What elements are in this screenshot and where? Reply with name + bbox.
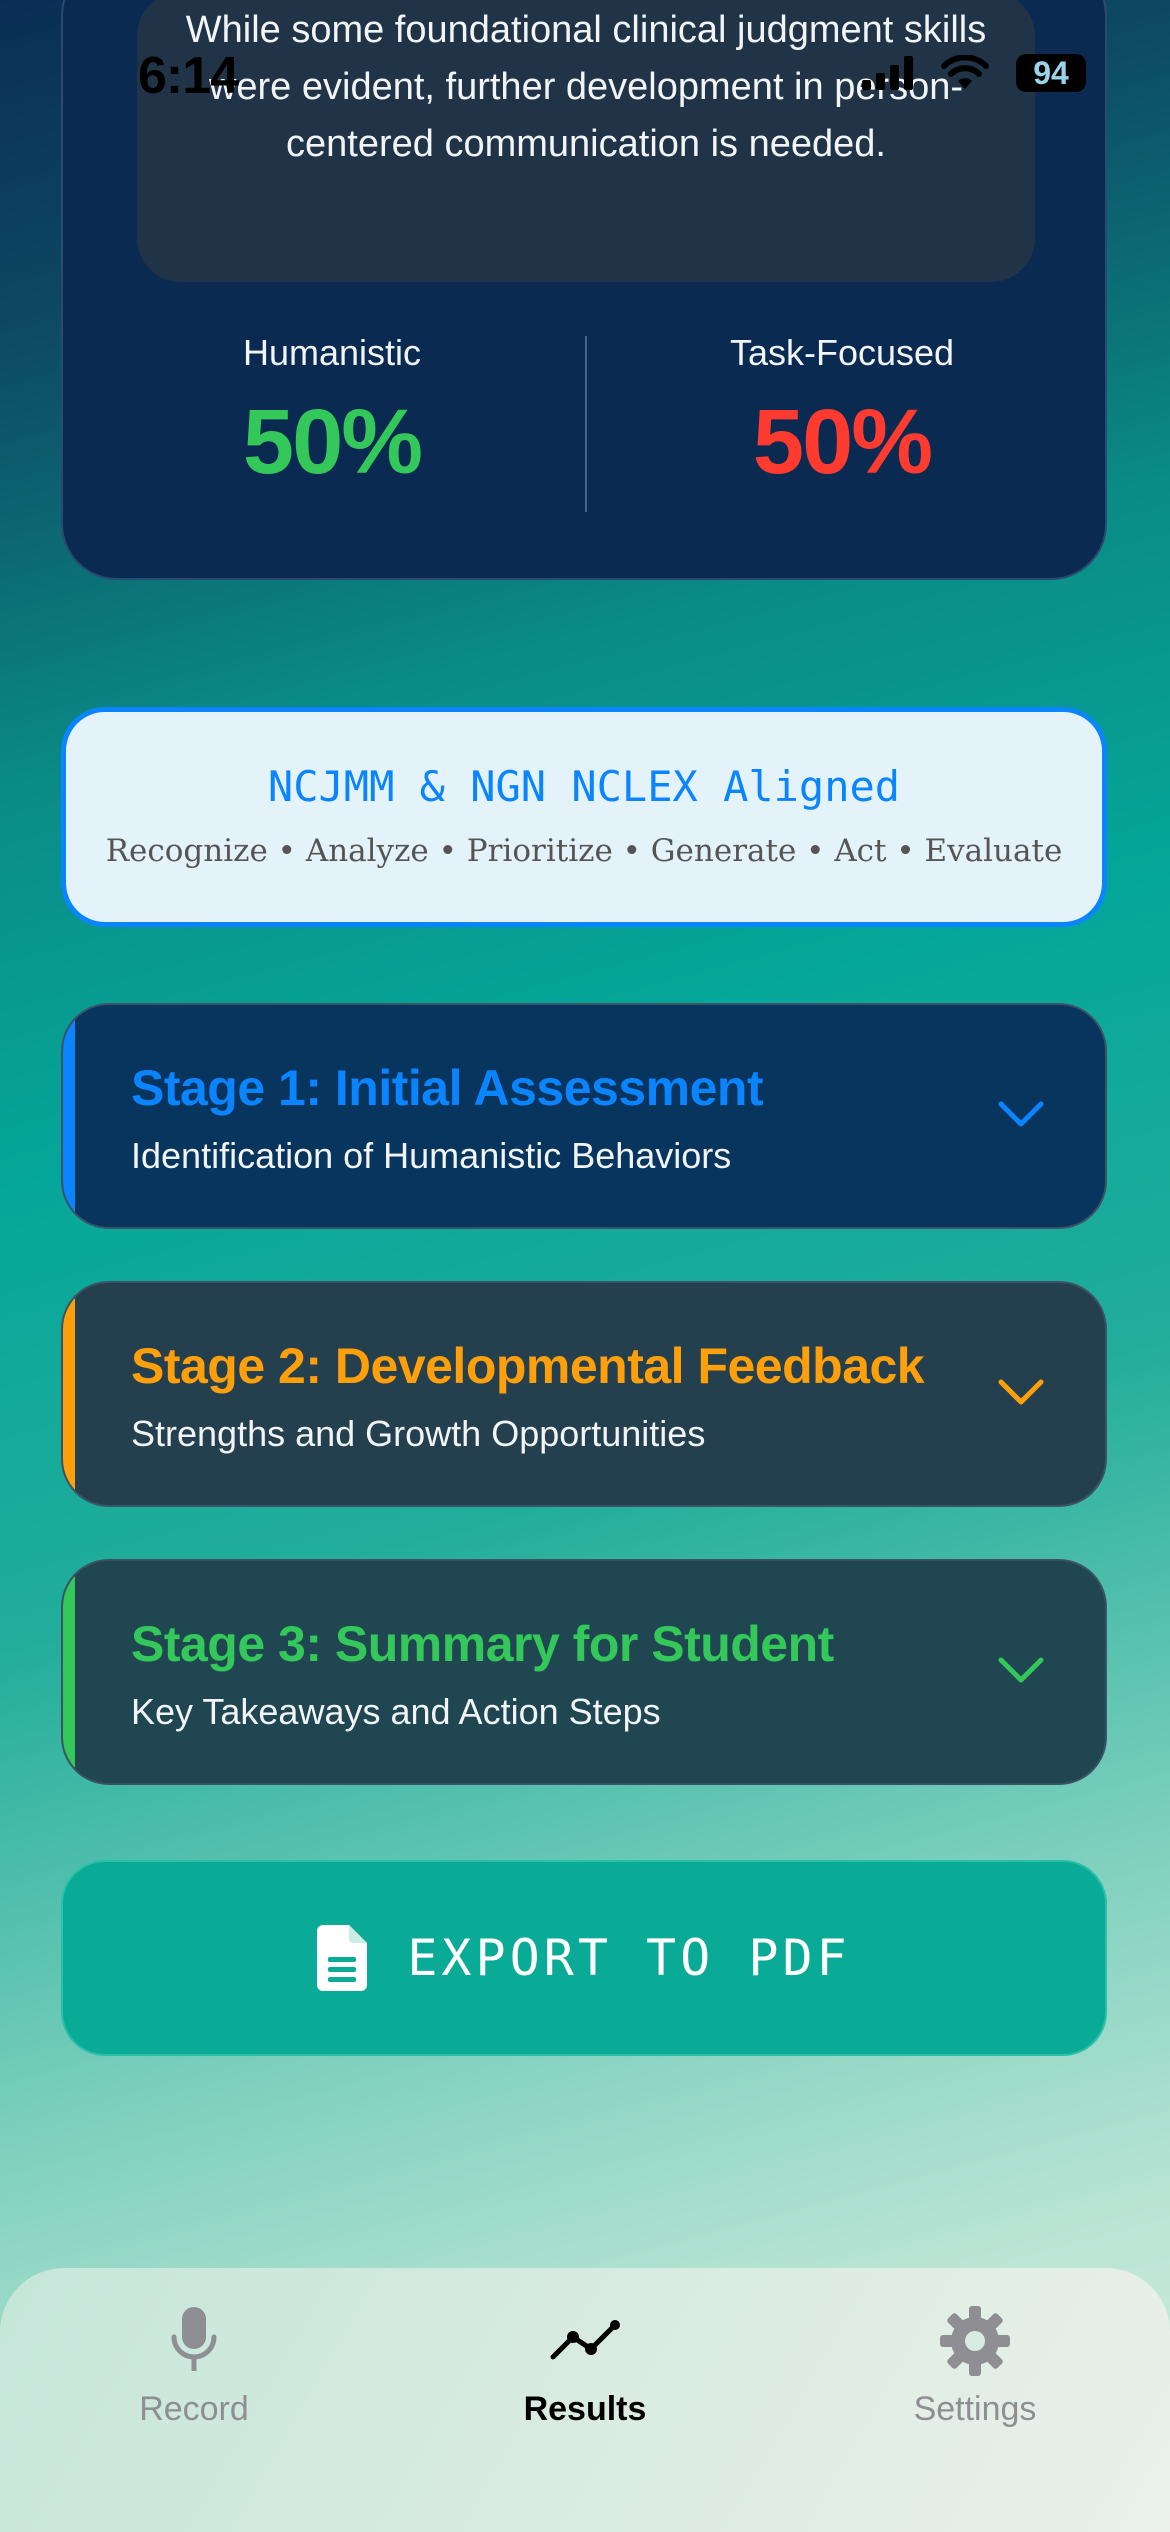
humanistic-label: Humanistic: [242, 332, 422, 373]
humanistic-value: 50%: [242, 391, 423, 493]
chart-line-icon: [550, 2320, 620, 2360]
ncjmm-subtitle: Recognize • Analyze • Prioritize • Gener…: [105, 833, 1063, 869]
ncjmm-title: NCJMM & NGN NCLEX Aligned: [267, 762, 901, 811]
stage-1-subtitle: Identification of Humanistic Behaviors: [131, 1135, 732, 1176]
stage-1-card[interactable]: Stage 1: Initial Assessment Identificati…: [61, 1003, 1107, 1229]
gear-icon: [940, 2306, 1010, 2376]
battery-indicator: 94: [1016, 54, 1086, 92]
chevron-down-icon[interactable]: [997, 1377, 1045, 1407]
tab-record-label: Record: [139, 2390, 249, 2428]
chevron-down-icon[interactable]: [997, 1655, 1045, 1685]
tab-record[interactable]: Record: [44, 2304, 344, 2429]
status-bar: 6:14 94: [0, 0, 1170, 150]
task-focused-label: Task-Focused: [729, 332, 955, 373]
tab-results[interactable]: Results: [435, 2304, 735, 2429]
tab-settings[interactable]: Settings: [825, 2304, 1125, 2429]
document-icon: [317, 1925, 368, 1991]
stage-3-subtitle: Key Takeaways and Action Steps: [131, 1691, 661, 1732]
score-divider: [585, 336, 587, 512]
status-time: 6:14: [138, 47, 239, 105]
stage-2-title: Stage 2: Developmental Feedback: [131, 1338, 925, 1394]
stage-1-accent-bar: [63, 1005, 75, 1227]
stage-2-card[interactable]: Stage 2: Developmental Feedback Strength…: [61, 1281, 1107, 1507]
chevron-down-icon[interactable]: [997, 1099, 1045, 1129]
export-pdf-button[interactable]: EXPORT TO PDF: [61, 1860, 1107, 2056]
humanistic-score: Humanistic 50%: [122, 332, 542, 495]
stage-3-card[interactable]: Stage 3: Summary for Student Key Takeawa…: [61, 1559, 1107, 1785]
tab-settings-label: Settings: [913, 2390, 1037, 2428]
tab-results-label: Results: [523, 2390, 647, 2428]
status-icons: 94: [862, 54, 1086, 92]
signal-icon: [862, 56, 913, 90]
stage-3-title: Stage 3: Summary for Student: [131, 1616, 834, 1672]
microphone-icon: [171, 2307, 217, 2371]
task-focused-value: 50%: [752, 391, 933, 493]
tab-bar: Record Results Settings: [0, 2268, 1170, 2532]
stage-1-title: Stage 1: Initial Assessment: [131, 1060, 764, 1116]
wifi-icon: [941, 55, 989, 89]
stage-2-subtitle: Strengths and Growth Opportunities: [131, 1413, 706, 1454]
stage-2-accent-bar: [63, 1283, 75, 1505]
task-focused-score: Task-Focused 50%: [632, 332, 1052, 495]
export-pdf-label: EXPORT TO PDF: [407, 1929, 851, 1987]
stage-3-accent-bar: [63, 1561, 75, 1783]
ncjmm-card: NCJMM & NGN NCLEX Aligned Recognize • An…: [61, 707, 1107, 927]
